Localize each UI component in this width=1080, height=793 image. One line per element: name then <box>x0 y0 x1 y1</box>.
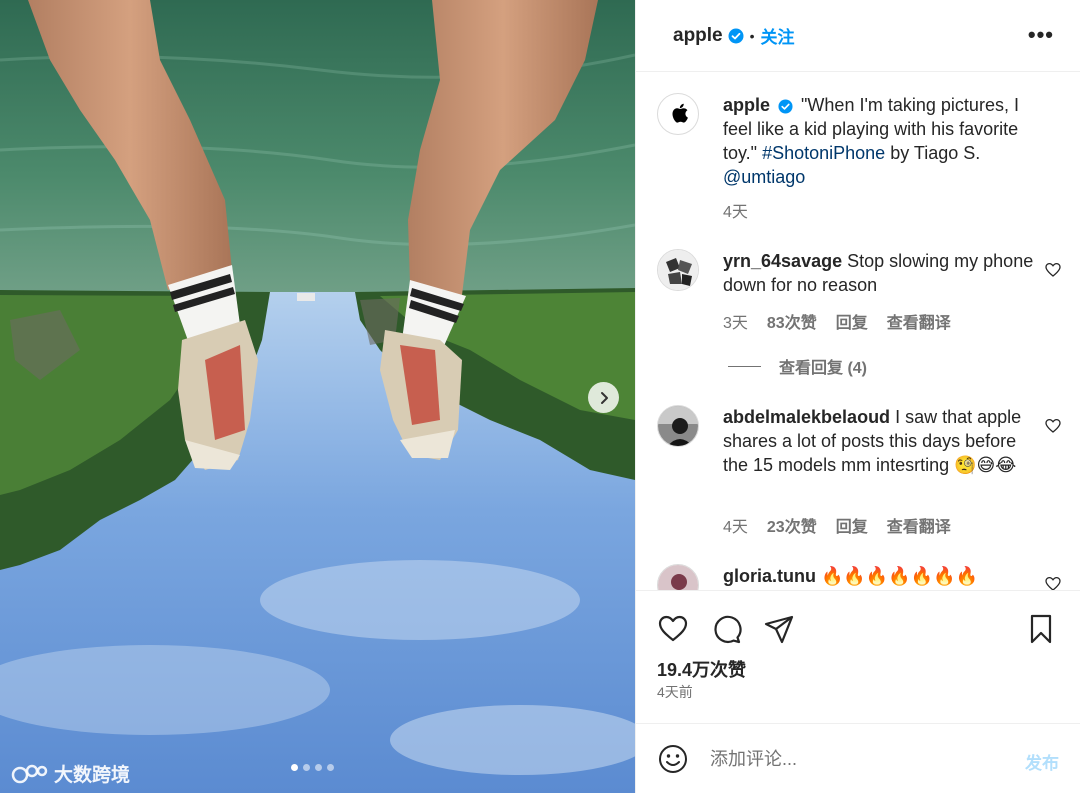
post-comment-button[interactable]: 发布 <box>1025 749 1059 774</box>
dot-separator: • <box>749 27 755 44</box>
like-heart-icon[interactable] <box>657 613 689 645</box>
watermark: 大数跨境 <box>10 760 130 787</box>
save-bookmark-icon[interactable] <box>1025 613 1057 645</box>
carousel-dot <box>327 764 334 771</box>
avatar-image <box>658 406 698 446</box>
posted-time: 4天前 <box>657 684 693 700</box>
avatar-image <box>658 250 698 290</box>
comment-meta: 4天 23次赞 回复 查看翻译 <box>723 513 951 537</box>
post-side-panel: apple • 关注 ••• apple "When I'm taking pi… <box>635 0 1080 793</box>
apple-avatar[interactable] <box>657 93 699 135</box>
caption-username[interactable]: apple <box>723 95 770 115</box>
view-replies-label: 查看回复 (4) <box>779 360 868 377</box>
comment-body: gloria.tunu 🔥🔥🔥🔥🔥🔥🔥 <box>723 564 1043 588</box>
carousel-dot <box>303 764 310 771</box>
caption-meta: 4天 <box>723 198 748 222</box>
next-photo-button[interactable] <box>588 382 619 413</box>
post-caption: apple "When I'm taking pictures, I feel … <box>723 93 1043 189</box>
commenter-avatar[interactable] <box>657 564 699 590</box>
carousel-dot <box>291 764 298 771</box>
comment-meta: 3天 83次赞 回复 查看翻译 <box>723 309 951 333</box>
verified-badge-icon <box>778 99 793 114</box>
comment-body: abdelmalekbelaoud I saw that apple share… <box>723 405 1043 477</box>
caption-text-credit: by Tiago S. <box>885 143 981 163</box>
comment-like-heart-icon[interactable] <box>1045 418 1061 434</box>
carousel-indicator <box>291 764 334 771</box>
verified-badge-icon <box>728 28 744 43</box>
emoji-smiley-icon[interactable] <box>657 743 689 775</box>
replies-divider <box>728 365 761 367</box>
follow-button[interactable]: 关注 <box>761 23 795 48</box>
view-replies-button[interactable]: 查看回复 (4) <box>728 354 867 378</box>
photo-scene <box>0 0 635 793</box>
comment-composer: 发布 <box>636 723 1080 793</box>
comment-like-heart-icon[interactable] <box>1045 262 1061 278</box>
author-username[interactable]: apple <box>673 25 723 47</box>
comment-likes[interactable]: 83次赞 <box>767 309 817 333</box>
commenter-avatar[interactable] <box>657 405 699 447</box>
comment-time: 4天 <box>723 519 748 536</box>
comment-username[interactable]: gloria.tunu <box>723 566 816 586</box>
likes-count[interactable]: 19.4万次赞 <box>657 656 746 682</box>
avatar-image <box>658 565 698 590</box>
comments-list[interactable]: apple "When I'm taking pictures, I feel … <box>636 73 1080 590</box>
comment-input[interactable] <box>710 744 1010 774</box>
translate-button[interactable]: 查看翻译 <box>887 309 951 333</box>
watermark-text: 大数跨境 <box>54 765 131 786</box>
caption-hashtag[interactable]: #ShotoniPhone <box>762 143 885 163</box>
chevron-right-icon <box>600 391 608 404</box>
caption-time: 4天 <box>723 204 748 221</box>
more-options-icon[interactable]: ••• <box>1028 22 1054 48</box>
comment-like-heart-icon[interactable] <box>1045 576 1061 590</box>
translate-button[interactable]: 查看翻译 <box>887 513 951 537</box>
post-photo: 大数跨境 <box>0 0 635 793</box>
comment-username[interactable]: abdelmalekbelaoud <box>723 407 890 427</box>
comment-username[interactable]: yrn_64savage <box>723 251 842 271</box>
commenter-avatar[interactable] <box>657 249 699 291</box>
comment-body: yrn_64savage Stop slowing my phone down … <box>723 249 1043 297</box>
reply-button[interactable]: 回复 <box>836 513 868 537</box>
carousel-dot <box>315 764 322 771</box>
share-send-icon[interactable] <box>763 613 795 645</box>
caption-mention[interactable]: @umtiago <box>723 167 805 187</box>
watermark-logo-icon <box>11 764 48 783</box>
comment-bubble-icon[interactable] <box>710 613 742 645</box>
comment-likes[interactable]: 23次赞 <box>767 513 817 537</box>
comment-text: 🔥🔥🔥🔥🔥🔥🔥 <box>821 566 978 586</box>
apple-logo-icon <box>672 103 688 123</box>
reply-button[interactable]: 回复 <box>836 309 868 333</box>
post-actions: 19.4万次赞 4天前 <box>636 590 1080 723</box>
post-header: apple • 关注 ••• <box>636 0 1080 72</box>
comment-time: 3天 <box>723 315 748 332</box>
